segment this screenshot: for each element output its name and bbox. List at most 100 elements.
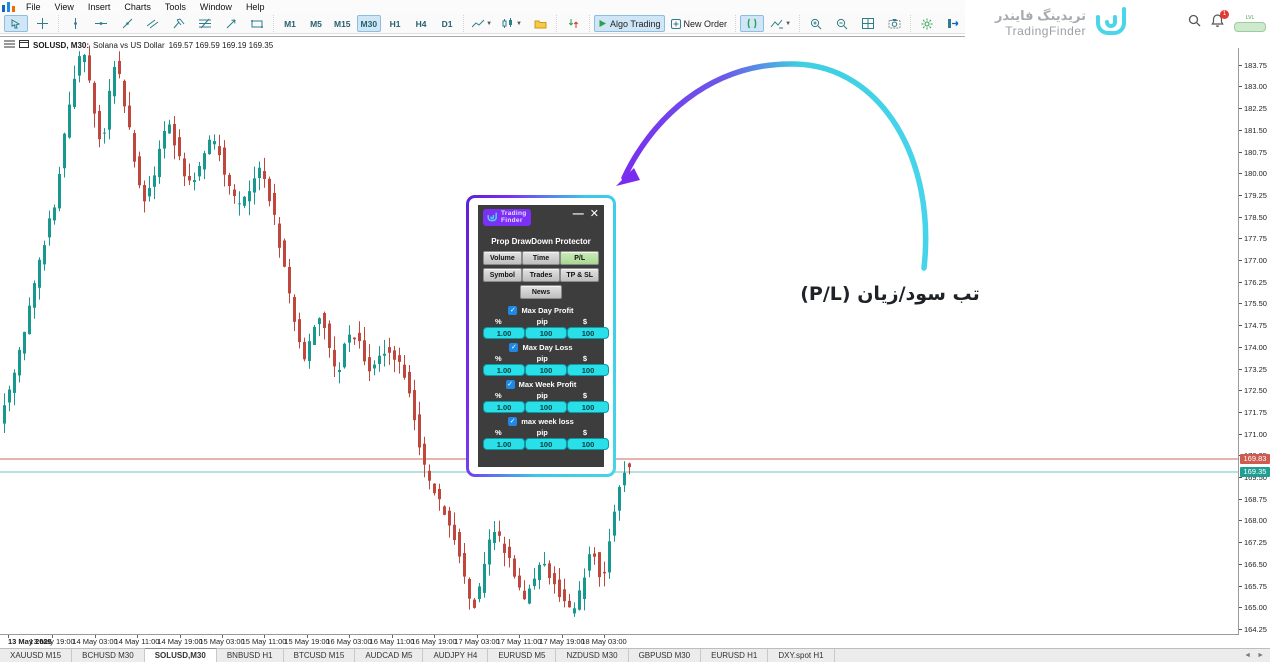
time-label: 15 May 03:00 [199,637,244,646]
timeframe-h1[interactable]: H1 [383,15,407,32]
new-order-button[interactable]: New Order [667,15,732,32]
crosshair-tool-icon[interactable] [30,15,54,32]
tick-chart-icon[interactable] [740,15,764,32]
andrews-pitchfork-tool-icon[interactable] [167,15,191,32]
notifications-bell-icon[interactable]: 1 [1211,14,1224,32]
input-max-week-loss-usd[interactable] [567,438,609,450]
vertical-line-tool-icon[interactable] [63,15,87,32]
symbol-tab-solusd-m30[interactable]: SOLUSD,M30 [145,648,217,662]
panel-logo: Trading Finder [483,209,531,226]
price-tick: 173.25 [1239,365,1270,374]
input-max-day-loss-usd[interactable] [567,364,609,376]
chart-line-type-icon[interactable]: ▼ [468,15,496,32]
chart-menu-icon[interactable] [4,40,15,50]
time-axis[interactable]: 13 May 202513 May 19:0014 May 03:0014 Ma… [0,634,1238,649]
symbol-tab-bnbusd-h1[interactable]: BNBUSD H1 [217,649,284,662]
panel-tab-tp-sl[interactable]: TP & SL [560,268,599,282]
chart-candle-type-icon[interactable]: ▼ [498,15,526,32]
tile-windows-icon[interactable] [856,15,880,32]
tab-scroll-left-icon[interactable]: ◄ [1244,652,1251,659]
section-label: Max Week Profit [519,380,577,389]
menu-help[interactable]: Help [239,0,272,14]
objects-list-icon[interactable]: ▼ [766,15,795,32]
cursor-tool-icon[interactable] [4,15,28,32]
symbol-tab-bchusd-m30[interactable]: BCHUSD M30 [72,649,145,662]
input-max-day-profit-usd[interactable] [567,327,609,339]
timeframe-h4[interactable]: H4 [409,15,433,32]
timeframe-m15[interactable]: M15 [330,15,355,32]
panel-section: ✓Max Week Profit%pip$ [483,380,599,413]
panel-tab-symbol[interactable]: Symbol [483,268,522,282]
input-max-day-profit-pct[interactable] [483,327,525,339]
menu-insert[interactable]: Insert [81,0,118,14]
time-tick [264,635,265,638]
symbol-tab-audcad-m5[interactable]: AUDCAD M5 [355,649,423,662]
input-max-day-loss-pct[interactable] [483,364,525,376]
checkbox-max-day-profit[interactable]: ✓ [508,306,517,315]
input-max-week-profit-pct[interactable] [483,401,525,413]
dock-panel-right-icon[interactable] [941,15,965,32]
panel-tab-p-l[interactable]: P/L [560,251,599,265]
time-label: 16 May 03:00 [326,637,371,646]
time-tick [519,635,520,638]
input-max-day-loss-pip[interactable] [525,364,567,376]
symbol-tab-gbpusd-m30[interactable]: GBPUSD M30 [629,649,702,662]
panel-minimize-icon[interactable]: — [573,210,584,218]
menu-file[interactable]: File [19,0,48,14]
panel-tab-volume[interactable]: Volume [483,251,522,265]
zoom-out-icon[interactable] [830,15,854,32]
input-max-week-loss-pip[interactable] [525,438,567,450]
timeframe-d1[interactable]: D1 [435,15,459,32]
panel-tab-news[interactable]: News [520,285,562,299]
input-max-week-profit-usd[interactable] [567,401,609,413]
zoom-in-icon[interactable] [804,15,828,32]
tradingfinder-logo-icon [1094,5,1130,41]
screenshot-icon[interactable] [882,15,906,32]
menu-charts[interactable]: Charts [117,0,158,14]
checkbox-max-week-loss[interactable]: ✓ [508,417,517,426]
panel-close-icon[interactable]: ✕ [590,209,599,219]
fibonacci-tool-icon[interactable] [193,15,217,32]
timeframe-m30[interactable]: M30 [357,15,382,32]
column-label: % [495,391,502,400]
symbol-tab-dxy-spot-h1[interactable]: DXY.spot H1 [768,649,834,662]
trendline-tool-icon[interactable] [115,15,139,32]
input-max-week-profit-pip[interactable] [525,401,567,413]
timeframe-m5[interactable]: M5 [304,15,328,32]
arrow-object-tool-icon[interactable] [219,15,243,32]
symbol-tab-btcusd-m15[interactable]: BTCUSD M15 [284,649,356,662]
price-scale[interactable]: 184.50183.75183.00182.25181.50180.75180.… [1238,36,1270,635]
time-tick [307,635,308,638]
panel-tab-time[interactable]: Time [522,251,561,265]
section-label: Max Day Loss [522,343,572,352]
symbol-tab-eurusd-h1[interactable]: EURUSD H1 [701,649,768,662]
templates-icon[interactable] [528,15,552,32]
checkbox-max-day-loss[interactable]: ✓ [509,343,518,352]
timeframe-m1[interactable]: M1 [278,15,302,32]
shapes-tool-icon[interactable] [245,15,269,32]
symbol-tab-eurusd-m5[interactable]: EURUSD M5 [488,649,556,662]
menu-window[interactable]: Window [193,0,239,14]
chart-window-icon[interactable] [19,40,29,50]
settings-gear-icon[interactable] [915,15,939,32]
tab-scroll-right-icon[interactable]: ► [1257,652,1264,659]
symbol-tab-nzdusd-m30[interactable]: NZDUSD M30 [556,649,628,662]
panel-tab-trades[interactable]: Trades [522,268,561,282]
input-max-week-loss-pct[interactable] [483,438,525,450]
deposit-icon[interactable] [561,15,585,32]
input-max-day-profit-pip[interactable] [525,327,567,339]
menu-tools[interactable]: Tools [158,0,193,14]
horizontal-line-tool-icon[interactable] [89,15,113,32]
symbol-tab-audjpy-h4[interactable]: AUDJPY H4 [423,649,488,662]
time-tick [222,635,223,638]
checkbox-max-week-profit[interactable]: ✓ [506,380,515,389]
search-icon[interactable] [1188,14,1201,32]
column-label: % [495,317,502,326]
menu-view[interactable]: View [48,0,81,14]
algo-trading-button[interactable]: Algo Trading [594,15,665,32]
price-tick: 174.00 [1239,343,1270,352]
equidistant-channel-tool-icon[interactable] [141,15,165,32]
price-tick: 181.50 [1239,126,1270,135]
symbol-tab-xauusd-m15[interactable]: XAUUSD M15 [0,649,72,662]
time-label: 17 May 19:00 [539,637,584,646]
